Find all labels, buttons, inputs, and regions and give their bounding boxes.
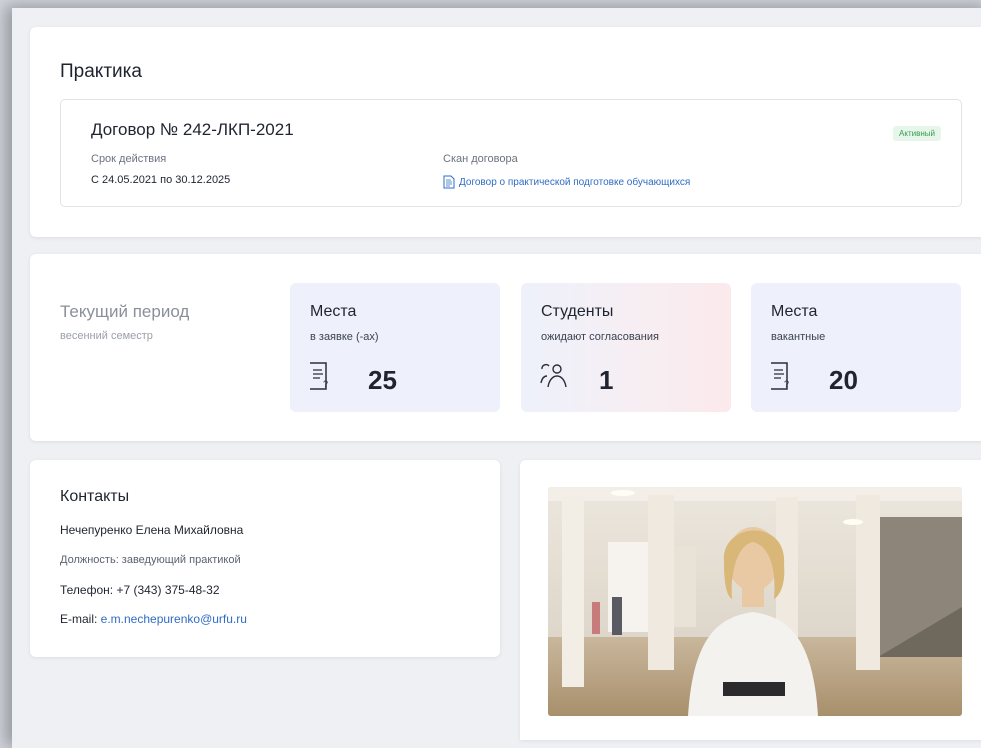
stat-subtitle: в заявке (-ах) [310, 331, 379, 343]
video-card [520, 460, 981, 740]
contract-title: Договор № 242-ЛКП-2021 [91, 120, 294, 139]
scan-document-link[interactable]: Договор о практической подготовке обучаю… [443, 175, 690, 189]
scan-label: Скан договора [443, 153, 518, 165]
stat-places-in-requests[interactable]: Места в заявке (-ах) ? 25 [290, 283, 500, 412]
video-player[interactable] [548, 487, 962, 716]
stat-subtitle: вакантные [771, 331, 826, 343]
scan-link-text[interactable]: Договор о практической подготовке обучаю… [459, 177, 690, 188]
document-question-icon: ? [771, 362, 789, 390]
practice-card: Практика Договор № 242-ЛКП-2021 Активный… [30, 27, 981, 237]
document-question-icon: ? [310, 362, 328, 390]
term-label: Срок действия [91, 153, 167, 165]
svg-text:?: ? [784, 379, 789, 389]
contact-position: Должность: заведующий практикой [60, 554, 241, 566]
status-badge: Активный [893, 126, 941, 141]
stat-value: 20 [829, 365, 858, 395]
stat-value: 25 [368, 365, 397, 395]
contact-name: Нечепуренко Елена Михайловна [60, 523, 244, 537]
period-title: Текущий период [60, 302, 190, 321]
term-value: С 24.05.2021 по 30.12.2025 [91, 174, 231, 186]
stat-title: Места [310, 303, 357, 320]
stat-title: Места [771, 303, 818, 320]
contacts-title: Контакты [60, 488, 130, 505]
stat-places-vacant[interactable]: Места вакантные ? 20 [751, 283, 961, 412]
contact-email-row: E-mail: e.m.nechepurenko@urfu.ru [60, 612, 247, 626]
video-frame-image [548, 487, 962, 716]
contacts-card: Контакты Нечепуренко Елена Михайловна До… [30, 460, 500, 657]
current-period-card: Текущий период весенний семестр Места в … [30, 254, 981, 441]
period-subtitle: весенний семестр [60, 330, 153, 342]
stat-subtitle: ожидают согласования [541, 331, 659, 343]
stat-title: Студенты [541, 303, 614, 320]
email-label: E-mail: [60, 612, 101, 626]
email-link[interactable]: e.m.nechepurenko@urfu.ru [101, 612, 247, 626]
users-icon [540, 363, 567, 388]
document-icon [443, 175, 455, 189]
stat-students-pending[interactable]: Студенты ожидают согласования 1 [521, 283, 731, 412]
svg-text:?: ? [323, 379, 328, 389]
contract-card[interactable]: Договор № 242-ЛКП-2021 Активный Срок дей… [60, 99, 962, 207]
contact-phone: Телефон: +7 (343) 375-48-32 [60, 583, 220, 597]
stat-value: 1 [599, 365, 614, 395]
practice-title: Практика [60, 61, 142, 82]
